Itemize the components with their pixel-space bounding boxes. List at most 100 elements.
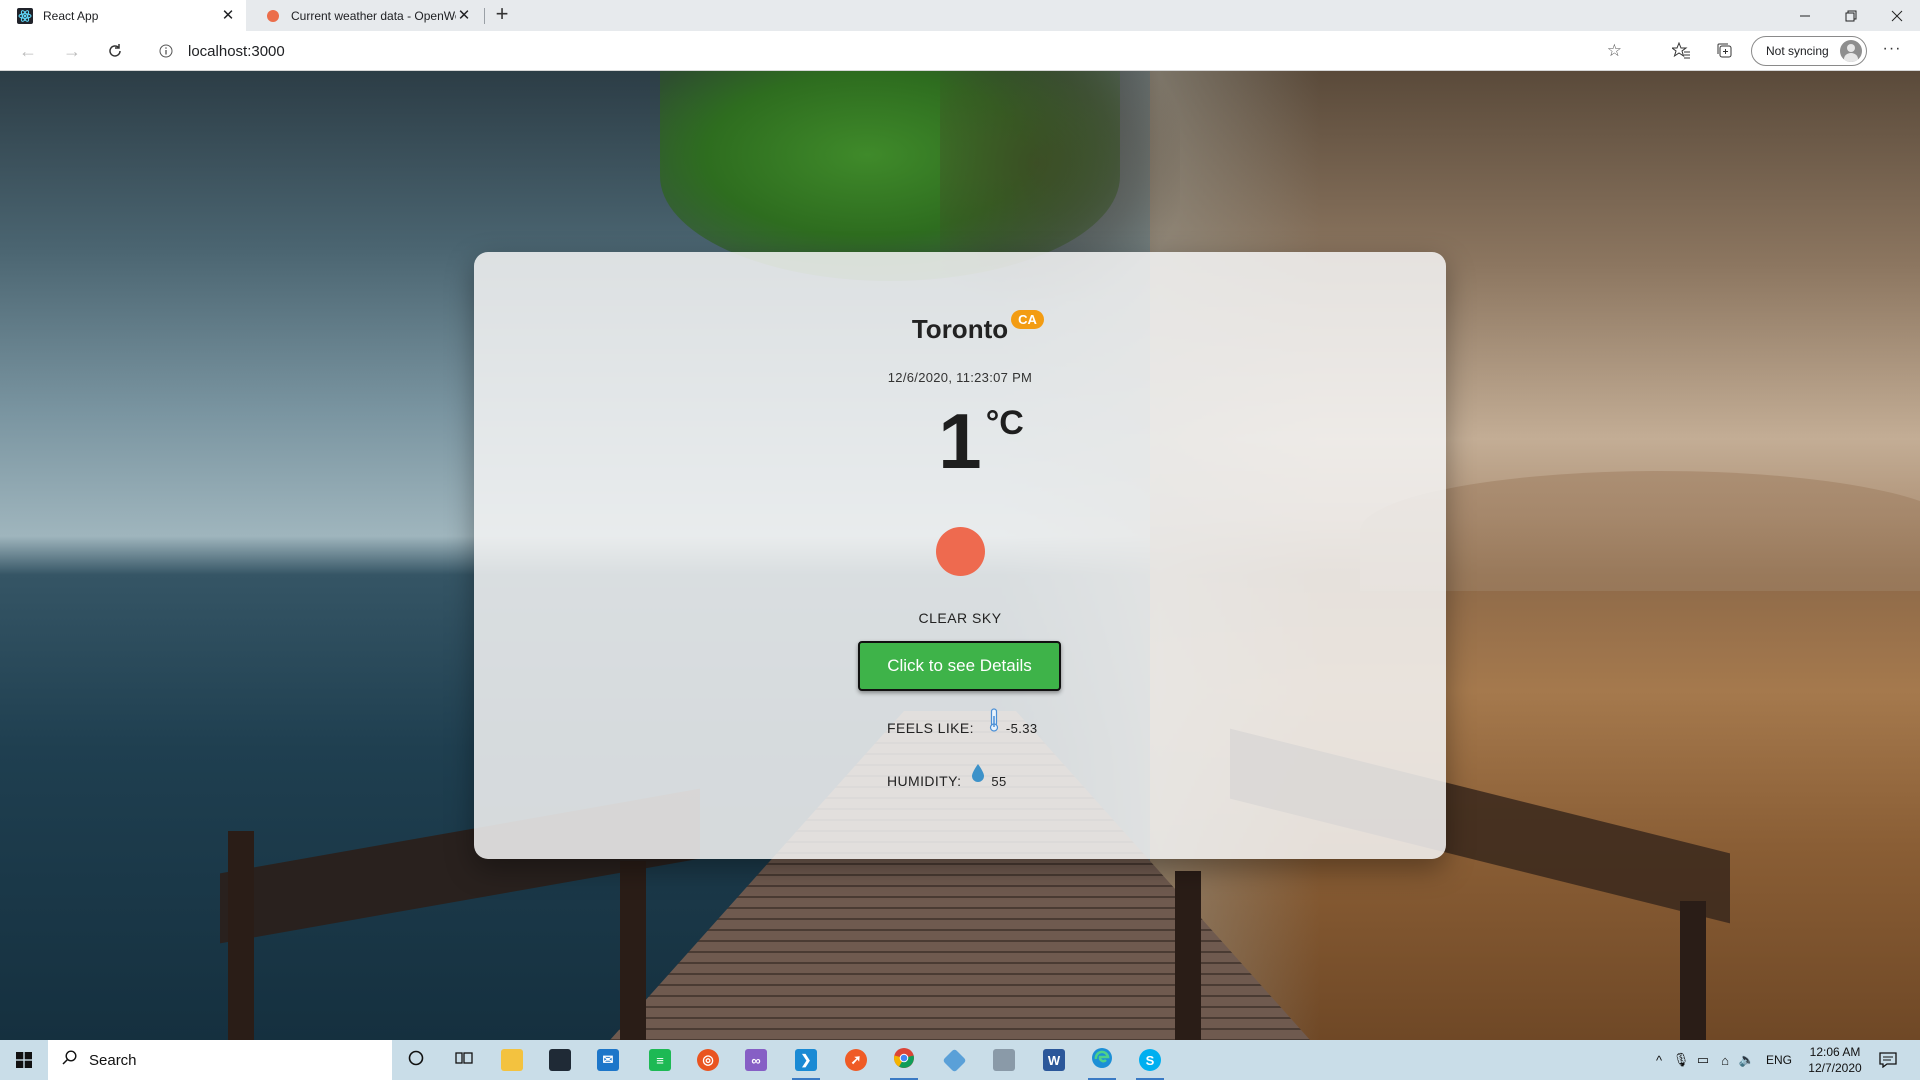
vscode-icon: ❯ — [795, 1049, 817, 1071]
favorites-icon[interactable] — [1669, 39, 1693, 63]
edge-button[interactable] — [1078, 1040, 1126, 1080]
word-button[interactable]: W — [1030, 1040, 1078, 1080]
file-explorer-button[interactable] — [488, 1040, 536, 1080]
close-tab-icon[interactable]: ✕ — [456, 7, 472, 24]
spotify-button[interactable]: ≡ — [636, 1040, 684, 1080]
minimize-button[interactable] — [1782, 0, 1828, 31]
more-menu-button[interactable]: ··· — [1880, 39, 1904, 63]
edge-icon — [1091, 1047, 1113, 1074]
app-icon — [993, 1049, 1015, 1071]
city-text: Toronto — [911, 314, 1009, 344]
close-window-button[interactable] — [1874, 0, 1920, 31]
back-button[interactable]: ← — [14, 37, 42, 65]
restore-button[interactable] — [1828, 0, 1874, 31]
skype-button[interactable]: S — [1126, 1040, 1174, 1080]
clear-sky-sun-icon — [936, 527, 985, 576]
task-view-button[interactable] — [440, 1040, 488, 1080]
clock-time: 12:06 AM — [1809, 1045, 1861, 1059]
feels-like-row: FEELS LIKE: -5.33 — [887, 708, 1038, 740]
location-row: Toronto CA — [474, 310, 1446, 345]
file-explorer-icon — [501, 1049, 523, 1071]
mail-icon: ✉ — [597, 1049, 619, 1071]
window-controls — [1782, 0, 1920, 31]
sourcetree-icon — [941, 1047, 967, 1073]
volume-icon[interactable]: 🔈 — [1736, 1052, 1758, 1068]
railing-post — [228, 831, 254, 1040]
task-view-icon — [455, 1050, 473, 1071]
openweather-favicon-icon — [265, 8, 281, 24]
tab-divider — [484, 8, 485, 24]
thermometer-icon — [989, 708, 998, 732]
close-tab-icon[interactable]: ✕ — [220, 7, 236, 24]
profile-sync-button[interactable]: Not syncing — [1751, 36, 1867, 66]
feels-like-label: FEELS LIKE: — [887, 720, 974, 736]
spotify-icon: ≡ — [649, 1049, 671, 1071]
vscode-button[interactable]: ❯ — [782, 1040, 830, 1080]
site-info-icon[interactable] — [156, 41, 176, 61]
tab-title: Current weather data - OpenWe — [291, 8, 456, 23]
tab-react-app[interactable]: React App ✕ — [0, 0, 246, 31]
network-icon[interactable]: ⌂ — [1714, 1053, 1736, 1068]
humidity-row: HUMIDITY: 55 — [887, 764, 1007, 791]
mail-button[interactable]: ✉ — [584, 1040, 632, 1080]
microphone-icon[interactable]: 🎙 — [1670, 1052, 1692, 1068]
start-button[interactable] — [0, 1040, 48, 1080]
weather-card: Toronto CA 12/6/2020, 11:23:07 PM 1 °C CLE… — [474, 252, 1446, 859]
temperature-value: 1 °C — [938, 402, 1024, 480]
store-button[interactable] — [536, 1040, 584, 1080]
tab-title: React App — [43, 8, 99, 23]
store-icon — [549, 1049, 571, 1071]
taskbar-search[interactable]: Search — [48, 1040, 392, 1080]
url-field[interactable]: localhost:3000 ☆ — [146, 37, 1636, 65]
new-tab-button[interactable]: + — [490, 3, 514, 27]
humidity-value: 55 — [991, 773, 1007, 789]
cortana-icon — [408, 1050, 424, 1071]
avatar-icon — [1840, 40, 1862, 62]
system-tray: ^ 🎙 ▭ ⌂ 🔈 ENG — [1648, 1040, 1804, 1080]
humidity-label: HUMIDITY: — [887, 773, 962, 789]
temperature-number: 1 — [938, 397, 982, 485]
tab-strip: React App ✕ Current weather data - OpenW… — [0, 0, 1920, 31]
chrome-icon — [893, 1047, 915, 1074]
favorite-star-icon[interactable]: ☆ — [1607, 41, 1622, 61]
collections-icon[interactable] — [1713, 39, 1737, 63]
taskbar-clock[interactable]: 12:06 AM 12/7/2020 — [1806, 1044, 1864, 1076]
address-bar: ← → localhost:3000 ☆ Not syncing ··· — [0, 31, 1920, 71]
temperature-unit: °C — [985, 404, 1024, 442]
notification-center-button[interactable] — [1876, 1048, 1900, 1072]
notification-icon — [1879, 1052, 1897, 1068]
taskbar: Search ✉ ≡ ◎ ∞ ❯ ➚ W S ^ 🎙 ▭ ⌂ 🔈 ENG 12:… — [0, 1040, 1920, 1080]
forward-arrow-icon: → — [63, 40, 81, 61]
ubuntu-icon: ◎ — [697, 1049, 719, 1071]
react-favicon-icon — [17, 7, 33, 24]
forward-button[interactable]: → — [58, 37, 86, 65]
chrome-button[interactable] — [880, 1040, 928, 1080]
railing-post — [1175, 871, 1201, 1040]
postman-button[interactable]: ➚ — [832, 1040, 880, 1080]
sourcetree-button[interactable] — [930, 1040, 978, 1080]
battery-icon[interactable]: ▭ — [1692, 1052, 1714, 1068]
reload-icon — [109, 44, 121, 57]
url-text: localhost:3000 — [188, 42, 285, 60]
tab-openweather[interactable]: Current weather data - OpenWe ✕ — [248, 0, 482, 31]
search-placeholder: Search — [89, 1051, 137, 1069]
city-name: Toronto CA — [911, 310, 1044, 345]
feels-like-value: -5.33 — [1005, 720, 1038, 736]
skype-icon: S — [1139, 1049, 1161, 1071]
visual-studio-button[interactable]: ∞ — [732, 1040, 780, 1080]
reload-button[interactable] — [101, 37, 129, 65]
date-time: 12/6/2020, 11:23:07 PM — [887, 370, 1033, 385]
language-indicator[interactable]: ENG — [1766, 1053, 1792, 1067]
cortana-button[interactable] — [392, 1040, 440, 1080]
ubuntu-button[interactable]: ◎ — [684, 1040, 732, 1080]
see-details-button[interactable]: Click to see Details — [858, 641, 1061, 691]
chevron-up-icon[interactable]: ^ — [1648, 1053, 1670, 1068]
country-badge: CA — [1011, 310, 1044, 329]
postman-icon: ➚ — [845, 1049, 867, 1071]
sync-label: Not syncing — [1766, 44, 1829, 58]
water-drop-icon — [972, 764, 985, 782]
app-button[interactable] — [980, 1040, 1028, 1080]
back-arrow-icon: ← — [19, 40, 37, 61]
search-icon — [62, 1050, 77, 1070]
railing-post — [620, 861, 646, 1040]
